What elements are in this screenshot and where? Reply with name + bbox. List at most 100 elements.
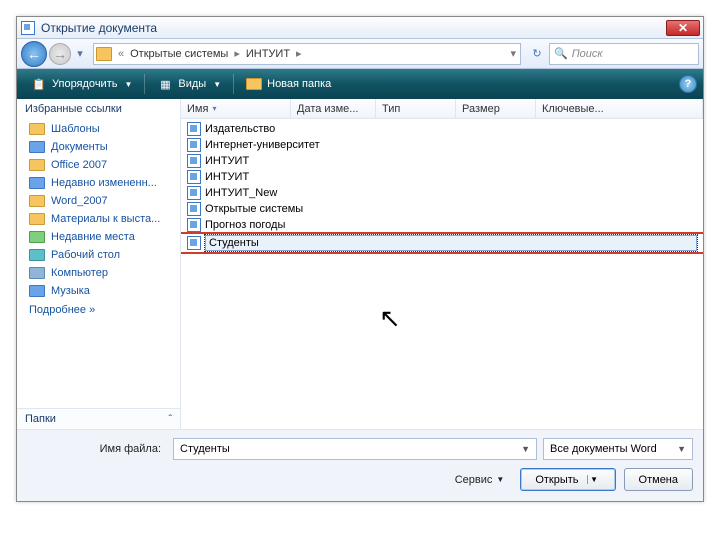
sidebar-item-templates[interactable]: Шаблоны	[17, 120, 180, 138]
word-doc-icon	[187, 186, 201, 200]
open-label: Открыть	[535, 474, 578, 486]
sidebar-item-label: Рабочий стол	[51, 249, 120, 261]
search-placeholder: Поиск	[572, 48, 603, 60]
nav-history-dropdown[interactable]: ▾	[73, 47, 87, 60]
folders-label: Папки	[25, 413, 56, 425]
button-row: Сервис ▼ Открыть ▼ Отмена	[27, 468, 693, 491]
filetype-combo[interactable]: Все документы Word ▼	[543, 438, 693, 460]
breadcrumb-item-1[interactable]: Открытые системы	[126, 48, 232, 60]
tools-button[interactable]: Сервис ▼	[455, 474, 505, 486]
folder-icon	[29, 159, 45, 171]
open-button[interactable]: Открыть ▼	[520, 468, 615, 491]
desktop-icon	[29, 249, 45, 261]
file-row[interactable]: Прогноз погоды	[181, 217, 703, 233]
word-doc-icon	[187, 236, 201, 250]
highlight-annotation: Студенты	[181, 232, 703, 254]
help-button[interactable]: ?	[679, 75, 697, 93]
toolbar-separator	[233, 74, 234, 94]
breadcrumb-item-2[interactable]: ИНТУИТ	[242, 48, 294, 60]
open-split-dropdown[interactable]: ▼	[587, 475, 601, 484]
cancel-label: Отмена	[639, 474, 678, 486]
word-doc-icon	[187, 170, 201, 184]
column-label: Тип	[382, 103, 400, 115]
chevron-down-icon: ▼	[124, 80, 132, 89]
folders-expander[interactable]: Папки ˆ	[17, 408, 180, 429]
search-input[interactable]: 🔍 Поиск	[549, 43, 699, 65]
chevron-down-icon[interactable]: ▼	[519, 444, 532, 454]
column-type[interactable]: Тип	[376, 99, 456, 118]
folder-icon	[29, 123, 45, 135]
file-name: Прогноз погоды	[205, 219, 285, 231]
chevron-down-icon: ▼	[213, 80, 221, 89]
column-headers: Имя ▾ Дата изме... Тип Размер Ключевые...	[181, 99, 703, 119]
file-row[interactable]: Издательство	[181, 121, 703, 137]
word-doc-icon	[187, 202, 201, 216]
new-folder-label: Новая папка	[267, 78, 331, 90]
file-name-edit[interactable]: Студенты	[205, 235, 697, 251]
file-row[interactable]: Интернет-университет	[181, 137, 703, 153]
search-icon: 🔍	[554, 47, 568, 60]
column-size[interactable]: Размер	[456, 99, 536, 118]
sidebar-item-label: Материалы к выста...	[51, 213, 160, 225]
file-name: ИНТУИТ	[205, 171, 249, 183]
music-icon	[29, 285, 45, 297]
word-doc-icon	[187, 138, 201, 152]
sidebar-item-recent-changed[interactable]: Недавно измененн...	[17, 174, 180, 192]
favorites-list: Шаблоны Документы Office 2007 Недавно из…	[17, 119, 180, 321]
sidebar-item-materials[interactable]: Материалы к выста...	[17, 210, 180, 228]
sidebar: Избранные ссылки Шаблоны Документы Offic…	[17, 99, 181, 429]
folder-icon	[246, 78, 262, 90]
close-button[interactable]: ✕	[666, 20, 700, 36]
sidebar-item-label: Музыка	[51, 285, 90, 297]
column-label: Имя	[187, 103, 208, 115]
sidebar-item-music[interactable]: Музыка	[17, 282, 180, 300]
new-folder-button[interactable]: Новая папка	[238, 75, 339, 93]
file-row[interactable]: ИНТУИТ	[181, 169, 703, 185]
filename-combo[interactable]: Студенты ▼	[173, 438, 537, 460]
file-list: Издательство Интернет-университет ИНТУИТ…	[181, 119, 703, 429]
file-name: ИНТУИТ	[205, 155, 249, 167]
chevron-down-icon[interactable]: ▼	[675, 444, 688, 454]
sidebar-item-office[interactable]: Office 2007	[17, 156, 180, 174]
sidebar-item-label: Шаблоны	[51, 123, 100, 135]
bottom-panel: Имя файла: Студенты ▼ Все документы Word…	[17, 429, 703, 501]
sidebar-item-documents[interactable]: Документы	[17, 138, 180, 156]
file-row[interactable]: ИНТУИТ	[181, 153, 703, 169]
tools-label: Сервис	[455, 474, 493, 486]
navbar: ← → ▾ « Открытые системы ▸ ИНТУИТ ▸ ▾ ↻ …	[17, 39, 703, 69]
breadcrumb[interactable]: « Открытые системы ▸ ИНТУИТ ▸ ▾	[93, 43, 521, 65]
views-button[interactable]: ▦ Виды ▼	[149, 73, 229, 95]
sidebar-item-computer[interactable]: Компьютер	[17, 264, 180, 282]
column-date[interactable]: Дата изме...	[291, 99, 376, 118]
column-label: Ключевые...	[542, 103, 604, 115]
sort-indicator-icon: ▾	[212, 104, 216, 113]
filename-value: Студенты	[180, 443, 230, 455]
sidebar-item-recent-places[interactable]: Недавние места	[17, 228, 180, 246]
breadcrumb-dropdown[interactable]: ▾	[508, 47, 518, 60]
file-name: Интернет-университет	[205, 139, 320, 151]
column-label: Дата изме...	[297, 103, 358, 115]
window-title: Открытие документа	[41, 21, 157, 35]
sidebar-more-link[interactable]: Подробнее »	[17, 300, 180, 320]
favorites-heading: Избранные ссылки	[17, 99, 180, 119]
toolbar-separator	[144, 74, 145, 94]
recent-places-icon	[29, 231, 45, 243]
cancel-button[interactable]: Отмена	[624, 468, 693, 491]
file-row[interactable]: Открытые системы	[181, 201, 703, 217]
column-keywords[interactable]: Ключевые...	[536, 99, 703, 118]
sidebar-item-desktop[interactable]: Рабочий стол	[17, 246, 180, 264]
file-row-selected[interactable]: Студенты	[181, 234, 703, 252]
sidebar-item-word2007[interactable]: Word_2007	[17, 192, 180, 210]
dialog-body: Избранные ссылки Шаблоны Документы Offic…	[17, 99, 703, 429]
nav-forward-button[interactable]: →	[49, 43, 71, 65]
organize-icon: 📋	[31, 76, 47, 92]
refresh-button[interactable]: ↻	[527, 47, 547, 60]
filetype-value: Все документы Word	[550, 443, 657, 455]
file-row[interactable]: ИНТУИТ_New	[181, 185, 703, 201]
organize-button[interactable]: 📋 Упорядочить ▼	[23, 73, 140, 95]
toolbar: 📋 Упорядочить ▼ ▦ Виды ▼ Новая папка ?	[17, 69, 703, 99]
arrow-right-icon: →	[53, 46, 67, 62]
nav-back-button[interactable]: ←	[21, 41, 47, 67]
column-label: Размер	[462, 103, 500, 115]
column-name[interactable]: Имя ▾	[181, 99, 291, 118]
